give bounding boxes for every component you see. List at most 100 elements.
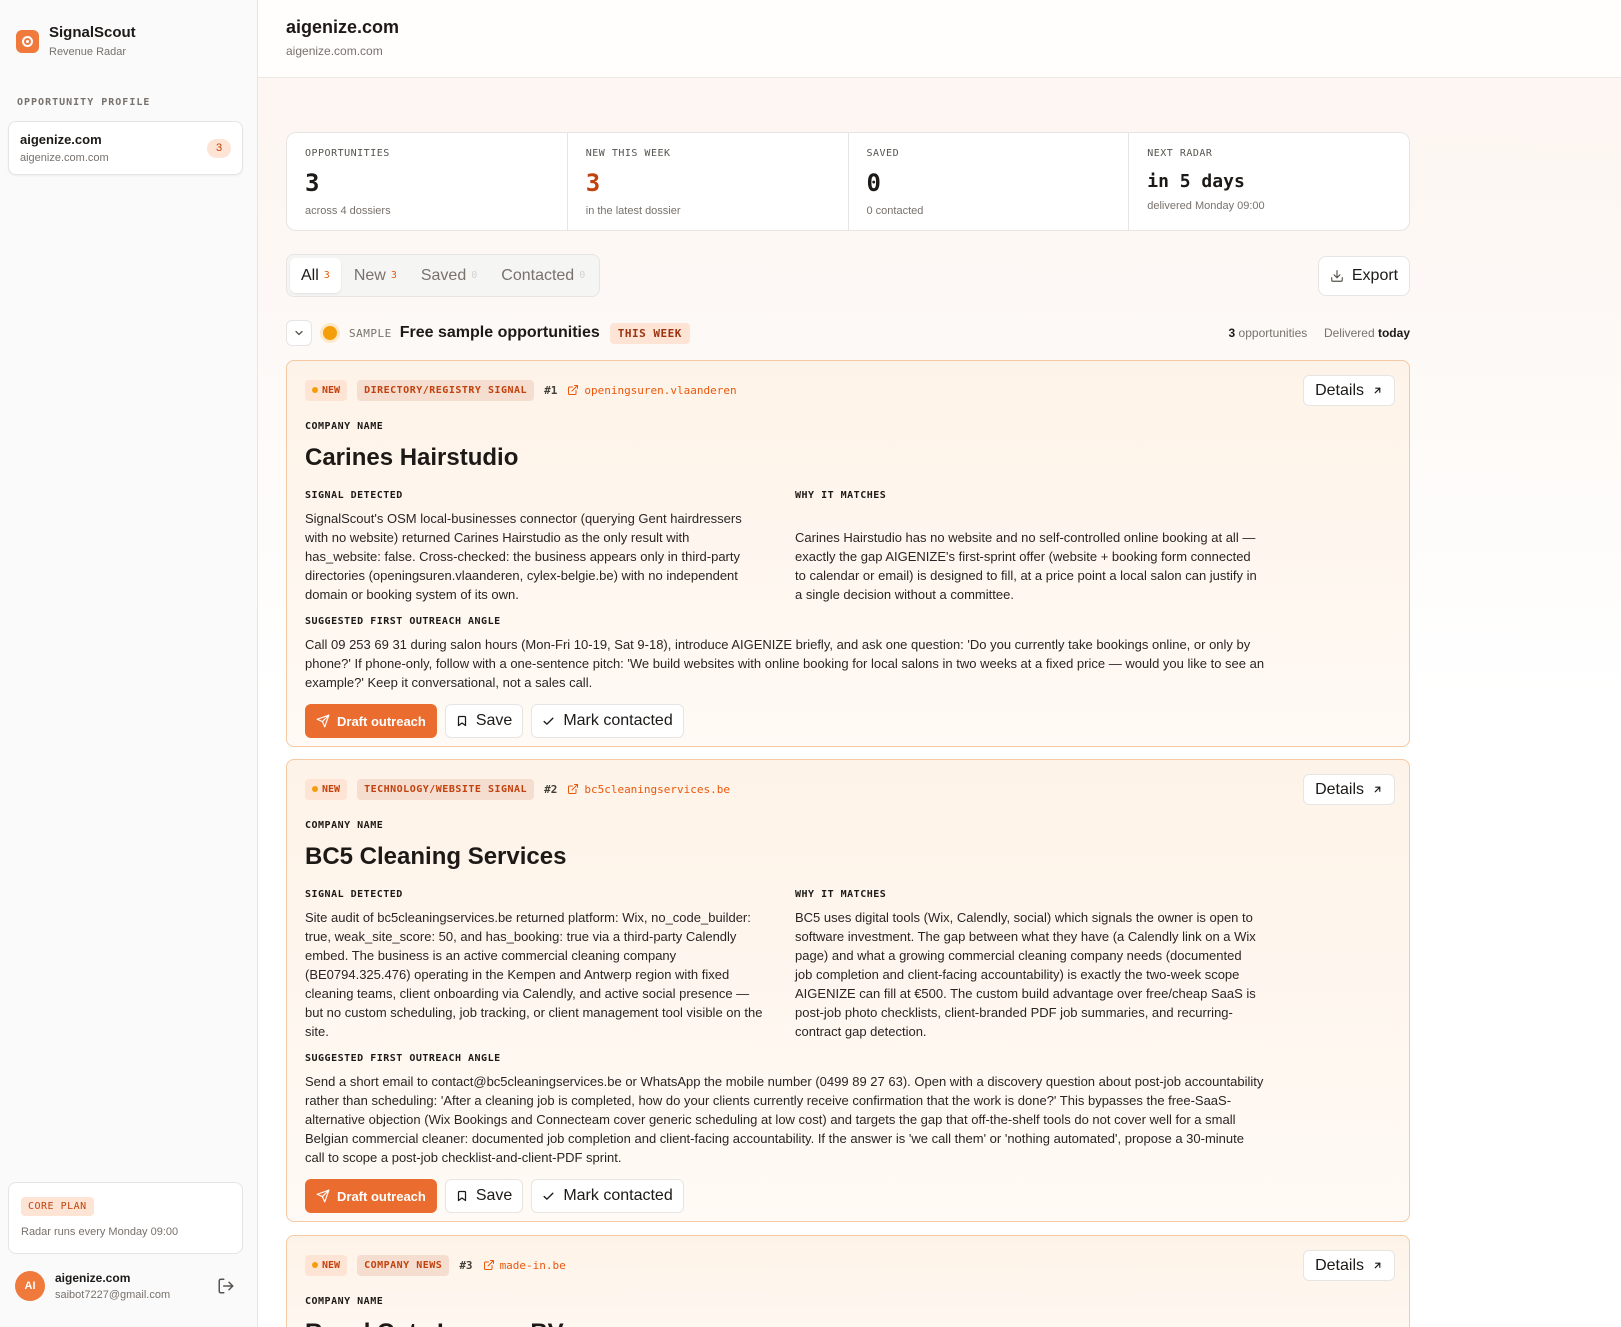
page-header: aigenize.com aigenize.com.com bbox=[258, 0, 1621, 78]
source-domain: openingsuren.vlaanderen bbox=[584, 383, 737, 397]
save-button[interactable]: Save bbox=[444, 1179, 524, 1213]
filter-tabs: All 3 New 3 Saved 0 Contacted 0 bbox=[286, 254, 601, 297]
signal-detected-label: SIGNAL DETECTED bbox=[305, 490, 403, 501]
why-it-matches-text: BC5 uses digital tools (Wix, Calendly, s… bbox=[795, 910, 1256, 1039]
dossier-tag: SAMPLE bbox=[349, 326, 392, 340]
mark-contacted-label: Mark contacted bbox=[563, 1187, 673, 1204]
profile-card[interactable]: aigenize.com aigenize.com.com 3 bbox=[8, 121, 243, 175]
stat-value: 3 bbox=[585, 169, 601, 197]
check-icon bbox=[543, 1192, 554, 1200]
mark-contacted-button[interactable]: Mark contacted bbox=[531, 704, 684, 738]
tab-label: All bbox=[301, 266, 319, 284]
details-button[interactable]: Details bbox=[1303, 1250, 1395, 1281]
download-icon bbox=[1331, 270, 1343, 282]
details-button[interactable]: Details bbox=[1303, 774, 1395, 805]
brand-subtitle: Revenue Radar bbox=[49, 46, 127, 58]
new-badge: NEW bbox=[305, 1254, 348, 1276]
company-name-label: COMPANY NAME bbox=[305, 1296, 384, 1307]
stat-label: OPPORTUNITIES bbox=[305, 148, 390, 159]
why-it-matches-text: Carines Hairstudio has no website and no… bbox=[795, 530, 1257, 602]
page-subtitle: aigenize.com.com bbox=[286, 44, 383, 58]
stat-new-this-week: NEW THIS WEEK 3 in the latest dossier bbox=[568, 133, 849, 230]
card-actions: Draft outreach Save Mark contacted bbox=[305, 1179, 1391, 1213]
stats-panel: OPPORTUNITIES 3 across 4 dossiers NEW TH… bbox=[286, 132, 1410, 231]
opportunity-card: NEW DIRECTORY/REGISTRY SIGNAL #1 opening… bbox=[286, 360, 1410, 747]
stat-sub: 0 contacted bbox=[866, 205, 924, 217]
tab-new[interactable]: New 3 bbox=[343, 258, 408, 293]
dossier-count: 3 bbox=[1228, 326, 1236, 340]
logout-icon[interactable] bbox=[217, 1277, 235, 1295]
external-link-icon bbox=[483, 1260, 494, 1270]
company-name: Carines Hairstudio bbox=[305, 444, 519, 471]
details-label: Details bbox=[1315, 780, 1364, 798]
dossier-delivered-prefix: Delivered bbox=[1323, 326, 1375, 340]
tab-saved[interactable]: Saved 0 bbox=[410, 258, 488, 293]
bookmark-icon bbox=[457, 1190, 466, 1202]
source-link[interactable]: bc5cleaningservices.be bbox=[567, 783, 730, 796]
save-label: Save bbox=[475, 1187, 513, 1204]
page-title: aigenize.com bbox=[286, 17, 400, 37]
company-name-label: COMPANY NAME bbox=[305, 820, 384, 831]
draft-outreach-button[interactable]: Draft outreach bbox=[305, 704, 437, 738]
profile-count-badge: 3 bbox=[207, 139, 231, 158]
signal-columns: SIGNAL DETECTED SignalScout's OSM local-… bbox=[305, 490, 1265, 604]
avatar[interactable]: AI bbox=[15, 1271, 45, 1301]
outreach-angle-label: SUGGESTED FIRST OUTREACH ANGLE bbox=[305, 1053, 501, 1064]
draft-outreach-label: Draft outreach bbox=[337, 713, 426, 729]
signal-section: SIGNAL DETECTED Site audit of bc5cleanin… bbox=[305, 889, 767, 1041]
why-section: WHY IT MATCHES Carines Hairstudio has no… bbox=[795, 490, 1257, 604]
stat-label: NEXT RADAR bbox=[1147, 148, 1213, 159]
export-button[interactable]: Export bbox=[1318, 256, 1410, 296]
profile-title: aigenize.com bbox=[20, 132, 102, 147]
arrow-up-right-icon bbox=[1374, 786, 1381, 793]
external-link-icon bbox=[568, 385, 579, 395]
tab-contacted[interactable]: Contacted 0 bbox=[490, 258, 596, 293]
signal-type-badge: COMPANY NEWS bbox=[357, 1254, 450, 1276]
tab-count: 3 bbox=[323, 270, 330, 281]
tab-all[interactable]: All 3 bbox=[290, 258, 341, 293]
source-link[interactable]: openingsuren.vlaanderen bbox=[567, 383, 737, 397]
stat-label: SAVED bbox=[866, 148, 900, 159]
stat-sub: in the latest dossier bbox=[585, 205, 681, 217]
mark-contacted-button[interactable]: Mark contacted bbox=[531, 1179, 684, 1213]
source-link[interactable]: made-in.be bbox=[483, 1259, 566, 1272]
sidebar-section-label: OPPORTUNITY PROFILE bbox=[17, 97, 151, 108]
collapse-dossier-button[interactable] bbox=[286, 320, 312, 346]
stat-opportunities: OPPORTUNITIES 3 across 4 dossiers bbox=[287, 133, 568, 230]
plan-text: Radar runs every Monday 09:00 bbox=[21, 1226, 179, 1238]
tab-label: New bbox=[353, 266, 386, 284]
check-icon bbox=[543, 717, 554, 725]
card-actions: Draft outreach Save Mark contacted bbox=[305, 704, 1391, 738]
chevron-down-icon bbox=[295, 330, 303, 336]
brand[interactable]: SignalScout Revenue Radar bbox=[16, 24, 136, 58]
user-email: saibot7227@gmail.com bbox=[55, 1289, 171, 1301]
why-section: WHY IT MATCHES BC5 uses digital tools (W… bbox=[795, 889, 1257, 1041]
dossier-count-suffix: opportunities bbox=[1238, 326, 1308, 340]
signal-detected-text: SignalScout's OSM local-businesses conne… bbox=[305, 511, 742, 602]
details-button[interactable]: Details bbox=[1303, 375, 1395, 406]
opportunity-card: NEW COMPANY NEWS #3 made-in.be Details C… bbox=[286, 1235, 1410, 1327]
profile-subtitle: aigenize.com.com bbox=[20, 152, 109, 164]
user-name: aigenize.com bbox=[55, 1271, 131, 1285]
save-label: Save bbox=[475, 712, 513, 729]
company-name-label: COMPANY NAME bbox=[305, 421, 384, 432]
new-badge: NEW bbox=[305, 379, 348, 401]
status-dot bbox=[323, 326, 337, 340]
company-name: Royal Cuts Lounge BV bbox=[305, 1319, 1391, 1327]
rank-number: #1 bbox=[544, 383, 558, 397]
save-button[interactable]: Save bbox=[444, 704, 524, 738]
opportunity-card: NEW TECHNOLOGY/WEBSITE SIGNAL #2 bc5clea… bbox=[286, 759, 1410, 1222]
tab-label: Contacted bbox=[501, 266, 575, 284]
plan-card: CORE PLAN Radar runs every Monday 09:00 bbox=[8, 1182, 243, 1254]
new-badge: NEW bbox=[305, 778, 348, 800]
stat-value: 3 bbox=[305, 169, 320, 197]
card-header: NEW COMPANY NEWS #3 made-in.be bbox=[305, 1254, 1391, 1276]
stat-value: in 5 days bbox=[1147, 171, 1245, 192]
tab-label: Saved bbox=[420, 266, 467, 284]
stat-saved: SAVED 0 0 contacted bbox=[849, 133, 1130, 230]
draft-outreach-button[interactable]: Draft outreach bbox=[305, 1179, 437, 1213]
stat-sub: across 4 dossiers bbox=[305, 205, 391, 217]
signal-columns: SIGNAL DETECTED Site audit of bc5cleanin… bbox=[305, 889, 1265, 1041]
stat-next-radar: NEXT RADAR in 5 days delivered Monday 09… bbox=[1129, 133, 1409, 230]
stat-label: NEW THIS WEEK bbox=[585, 148, 671, 159]
